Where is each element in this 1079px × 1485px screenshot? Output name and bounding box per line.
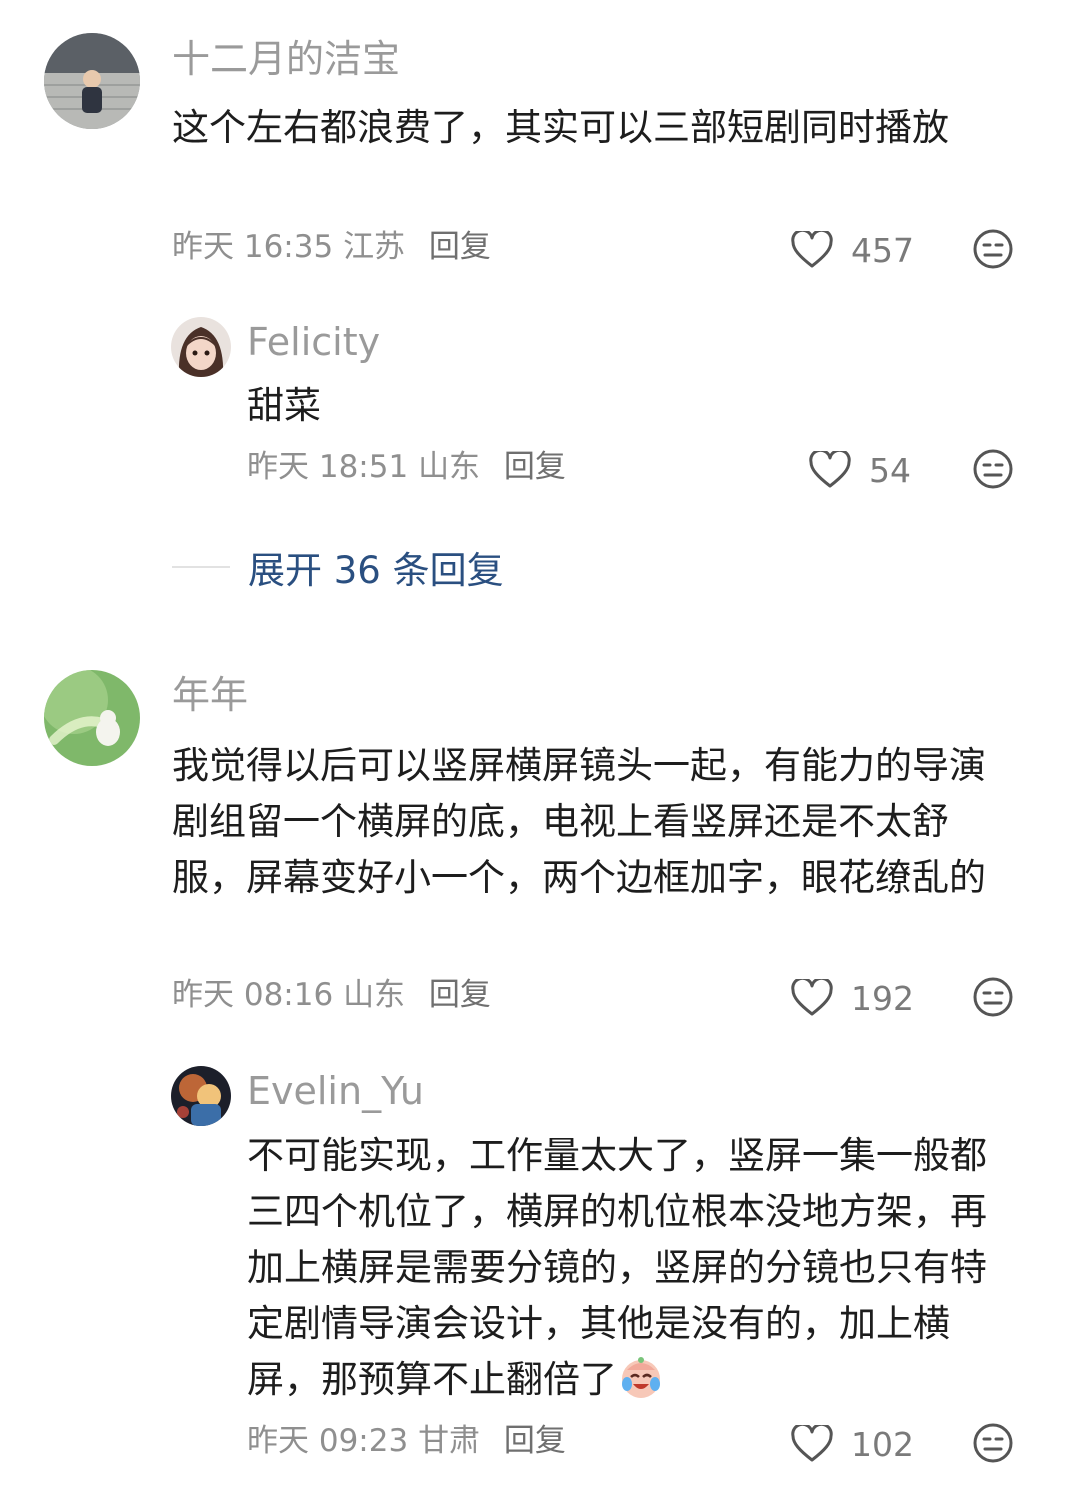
neutral-face-icon (973, 229, 1013, 269)
reply-button[interactable]: 回复 (504, 449, 566, 485)
expand-replies-button[interactable]: 展开 36 条回复 (172, 540, 504, 594)
heart-outline-icon (791, 1425, 833, 1462)
reply-button[interactable]: 回复 (429, 977, 491, 1013)
neutral-face-icon (973, 977, 1013, 1017)
reply-location: 山东 (418, 449, 481, 485)
reply-time: 昨天 09:23 (247, 1423, 409, 1459)
neutral-face-icon (973, 1423, 1013, 1463)
comment-time: 昨天 16:35 (172, 229, 334, 265)
reply-button[interactable]: 回复 (429, 229, 491, 265)
like-button[interactable]: 54 (809, 448, 911, 492)
comment-list: 十二月的洁宝 这个左右都浪费了，其实可以三部短剧同时播放 昨天 16:35 江苏… (0, 0, 1079, 1485)
like-count: 102 (851, 1424, 914, 1464)
like-button[interactable]: 192 (791, 976, 914, 1020)
like-button[interactable]: 457 (791, 228, 914, 272)
avatar[interactable] (44, 670, 140, 766)
heart-outline-icon (791, 979, 833, 1016)
comment-username[interactable]: 十二月的洁宝 (172, 40, 400, 78)
expand-replies-label: 展开 36 条回复 (248, 549, 504, 592)
like-button[interactable]: 102 (791, 1422, 914, 1466)
comment-time: 昨天 08:16 (172, 977, 334, 1013)
reply-location: 甘肃 (418, 1423, 481, 1459)
like-count: 457 (851, 230, 914, 270)
comment-location: 江苏 (343, 229, 406, 265)
reply-text: 不可能实现，工作量太大了，竖屏一集一般都三四个机位了，横屏的机位根本没地方架，再… (247, 1128, 1022, 1408)
reaction-button[interactable] (972, 448, 1014, 490)
comment-text: 这个左右都浪费了，其实可以三部短剧同时播放 (172, 106, 949, 149)
like-count: 192 (851, 978, 914, 1018)
avatar[interactable] (171, 1066, 231, 1126)
comment-location: 山东 (343, 977, 406, 1013)
avatar[interactable] (171, 317, 231, 377)
reply-meta: 昨天 09:23 甘肃 回复 (247, 1426, 566, 1457)
reply-button[interactable]: 回复 (504, 1423, 566, 1459)
avatar[interactable] (44, 33, 140, 129)
neutral-face-icon (973, 449, 1013, 489)
like-count: 54 (869, 450, 911, 490)
heart-outline-icon (791, 231, 833, 268)
reply-username[interactable]: Felicity (247, 323, 380, 361)
divider (172, 566, 230, 568)
comment-username[interactable]: 年年 (172, 676, 248, 714)
comment-meta: 昨天 16:35 江苏 回复 (172, 232, 491, 263)
reply-time: 昨天 18:51 (247, 449, 409, 485)
reply-username[interactable]: Evelin_Yu (247, 1072, 424, 1110)
heart-outline-icon (809, 451, 851, 488)
reply-text: 甜菜 (247, 384, 321, 427)
comment-text: 我觉得以后可以竖屏横屏镜头一起，有能力的导演剧组留一个横屏的底，电视上看竖屏还是… (172, 744, 986, 899)
comment-meta: 昨天 08:16 山东 回复 (172, 980, 491, 1011)
reaction-button[interactable] (972, 976, 1014, 1018)
reaction-button[interactable] (972, 228, 1014, 270)
reaction-button[interactable] (972, 1422, 1014, 1464)
crying-laughing-face-icon (622, 1357, 660, 1398)
reply-meta: 昨天 18:51 山东 回复 (247, 452, 566, 483)
